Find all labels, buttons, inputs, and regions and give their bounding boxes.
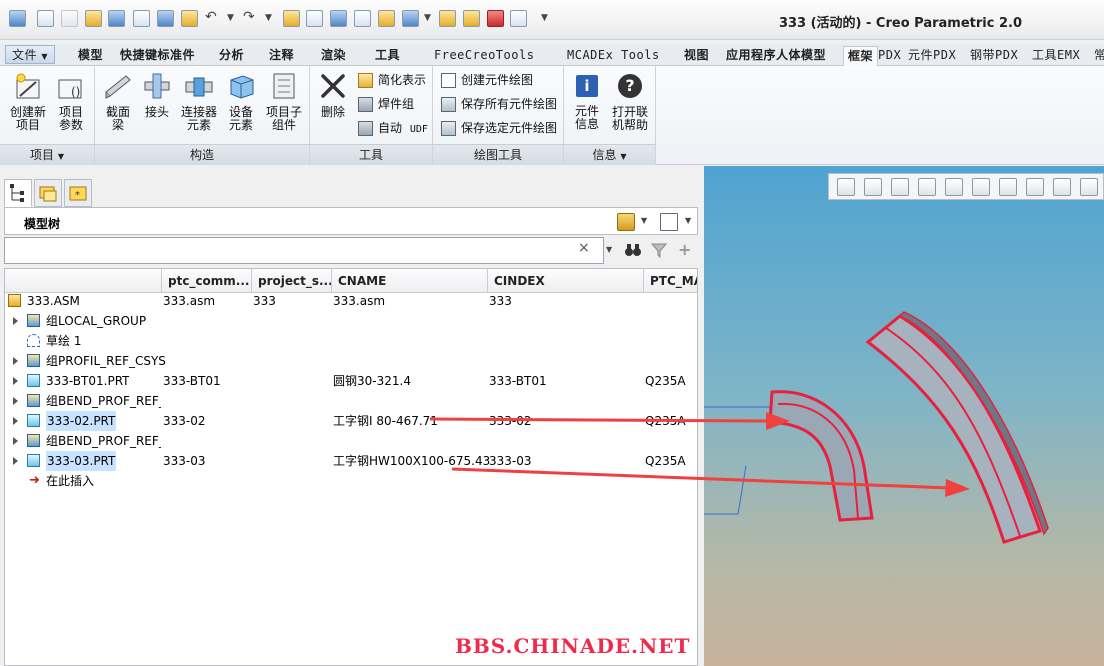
watermark: BBS.CHINADE.NET bbox=[455, 634, 691, 658]
creo-window: ↶ ▼ ↷ ▼ ▼ ▼ 333 (活动的) - Creo Parametric … bbox=[0, 0, 1104, 666]
annotation-arrows bbox=[429, 412, 970, 497]
arrow-line-2 bbox=[451, 467, 951, 490]
arrow-head-1 bbox=[766, 412, 790, 430]
arrow-head-2 bbox=[945, 479, 970, 497]
arrow-line-1 bbox=[429, 417, 773, 423]
